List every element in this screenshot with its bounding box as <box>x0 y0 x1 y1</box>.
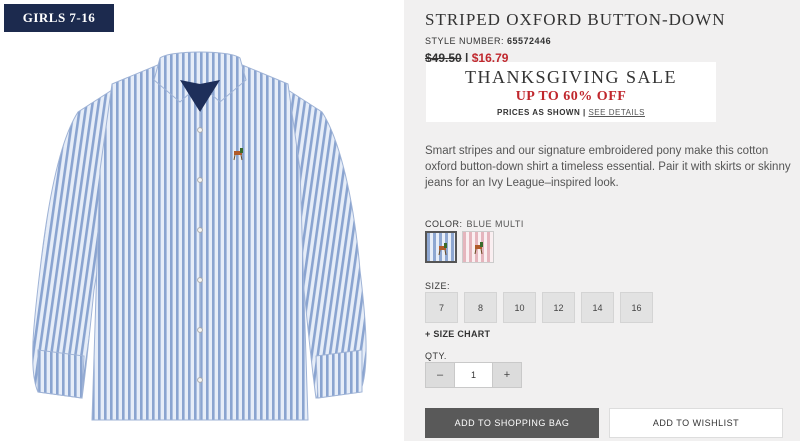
size-option-10[interactable]: 10 <box>503 292 536 323</box>
see-details-link[interactable]: SEE DETAILS <box>588 108 644 117</box>
quantity-decrease-button[interactable]: – <box>426 363 454 387</box>
pony-icon <box>474 242 483 254</box>
quantity-input[interactable]: 1 <box>454 363 493 387</box>
size-option-14[interactable]: 14 <box>581 292 614 323</box>
selected-color: BLUE MULTI <box>466 219 524 229</box>
size-chart-link[interactable]: + SIZE CHART <box>425 329 490 339</box>
promo-banner: THANKSGIVING SALE UP TO 60% OFF PRICES A… <box>426 62 716 122</box>
size-option-16[interactable]: 16 <box>620 292 653 323</box>
product-image-panel: GIRLS 7-16 <box>0 0 404 441</box>
promo-note-line: PRICES AS SHOWN | SEE DETAILS <box>426 108 716 117</box>
promo-subhead: UP TO 60% OFF <box>515 89 627 104</box>
promo-headline: THANKSGIVING SALE <box>465 67 677 87</box>
size-option-12[interactable]: 12 <box>542 292 575 323</box>
pony-icon <box>438 243 447 255</box>
add-to-bag-button[interactable]: ADD TO SHOPPING BAG <box>425 408 599 438</box>
style-number-label: STYLE NUMBER: <box>425 36 505 46</box>
category-badge: GIRLS 7-16 <box>4 4 114 32</box>
quantity-increase-button[interactable]: + <box>493 363 521 387</box>
swatch-blue-multi[interactable] <box>425 231 457 263</box>
promo-note: PRICES AS SHOWN <box>497 108 581 117</box>
add-to-wishlist-button[interactable]: ADD TO WISHLIST <box>609 408 783 438</box>
quantity-stepper: – 1 + <box>425 362 522 388</box>
quantity-label: QTY. <box>425 351 447 361</box>
size-option-7[interactable]: 7 <box>425 292 458 323</box>
color-label: COLOR: <box>425 219 463 229</box>
promo-divider: | <box>582 108 586 117</box>
product-title: STRIPED OXFORD BUTTON-DOWN <box>425 10 726 29</box>
size-label: SIZE: <box>425 281 451 291</box>
color-line: COLOR: BLUE MULTI <box>425 219 524 229</box>
style-number: 65572446 <box>507 36 552 46</box>
product-image[interactable] <box>20 50 380 435</box>
style-number-line: STYLE NUMBER: 65572446 <box>425 36 788 46</box>
product-description: Smart stripes and our signature embroide… <box>425 145 791 189</box>
swatch-pink-multi[interactable] <box>462 231 494 263</box>
size-option-8[interactable]: 8 <box>464 292 497 323</box>
